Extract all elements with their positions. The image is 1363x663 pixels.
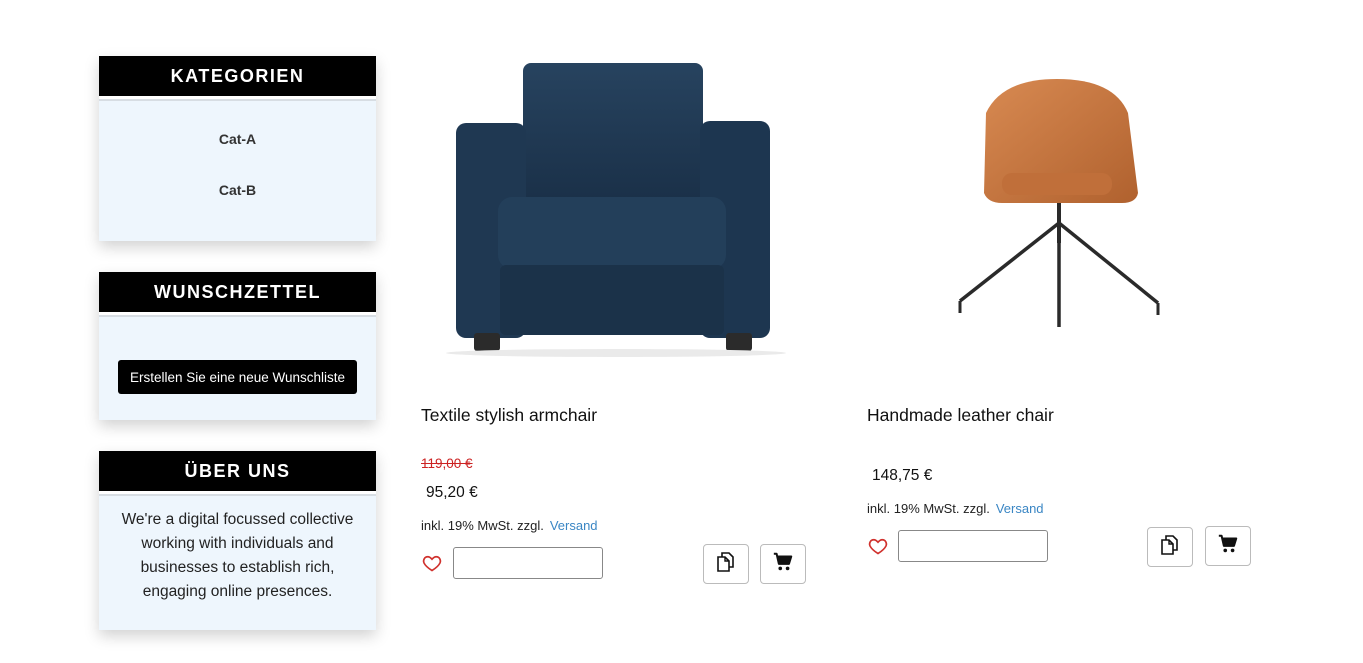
create-wishlist-button[interactable]: Erstellen Sie eine neue Wunschliste <box>118 360 357 394</box>
product-card: Handmade leather chair 148,75 € inkl. 19… <box>852 45 1292 590</box>
armchair-image[interactable] <box>406 45 826 383</box>
wishlist-heart-icon[interactable] <box>868 536 888 556</box>
about-widget: ÜBER UNS We're a digital focussed collec… <box>99 451 376 630</box>
product-title[interactable]: Textile stylish armchair <box>421 405 597 426</box>
about-text: We're a digital focussed collective work… <box>121 511 354 600</box>
add-to-cart-button[interactable] <box>760 544 806 584</box>
wishlist-heart-icon[interactable] <box>422 553 442 573</box>
leather-chair-image[interactable] <box>852 45 1272 383</box>
product-price: 148,75 € <box>872 467 933 484</box>
about-title: ÜBER UNS <box>99 451 376 494</box>
quantity-input[interactable] <box>898 530 1048 562</box>
compare-button[interactable] <box>703 544 749 584</box>
category-item-cat-b[interactable]: Cat-B <box>99 182 376 233</box>
compare-icon <box>1158 533 1182 562</box>
old-price: 119,00 € <box>421 456 473 471</box>
tax-text: inkl. 19% MwSt. zzgl. <box>421 518 544 533</box>
wishlist-widget: WUNSCHZETTEL Erstellen Sie eine neue Wun… <box>99 272 376 420</box>
categories-title: KATEGORIEN <box>99 56 376 99</box>
cart-icon <box>1217 533 1239 560</box>
categories-widget: KATEGORIEN Cat-A Cat-B <box>99 56 376 241</box>
category-item-cat-a[interactable]: Cat-A <box>99 131 376 182</box>
category-list: Cat-A Cat-B <box>99 99 376 233</box>
quantity-input[interactable] <box>453 547 603 579</box>
product-card: Textile stylish armchair 119,00 € 95,20 … <box>406 45 846 590</box>
shipping-link[interactable]: Versand <box>996 501 1044 516</box>
compare-button[interactable] <box>1147 527 1193 567</box>
cart-icon <box>772 551 794 578</box>
wishlist-title: WUNSCHZETTEL <box>99 272 376 315</box>
product-price: 95,20 € <box>426 484 478 501</box>
tax-note: inkl. 19% MwSt. zzgl. Versand <box>867 501 1044 516</box>
shipping-link[interactable]: Versand <box>550 518 598 533</box>
add-to-cart-button[interactable] <box>1205 526 1251 566</box>
product-title[interactable]: Handmade leather chair <box>867 405 1054 426</box>
tax-note: inkl. 19% MwSt. zzgl. Versand <box>421 518 598 533</box>
compare-icon <box>714 550 738 579</box>
tax-text: inkl. 19% MwSt. zzgl. <box>867 501 990 516</box>
